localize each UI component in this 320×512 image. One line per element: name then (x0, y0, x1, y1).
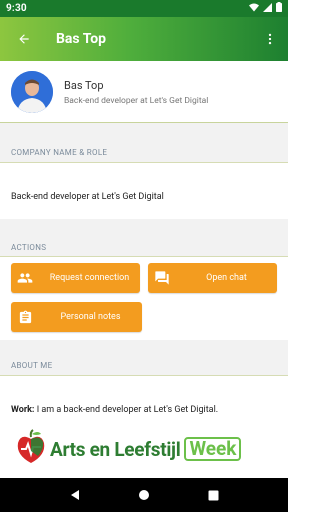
chat-icon (148, 270, 176, 286)
about-work-label: Work: (11, 405, 35, 415)
battery-icon (276, 2, 282, 15)
back-button[interactable] (0, 17, 48, 61)
apple-heart-logo-icon (16, 429, 46, 469)
personal-notes-label: Personal notes (60, 311, 121, 322)
about-work-text: Work: I am a back-end developer at Let's… (11, 405, 218, 415)
profile-name: Bas Top (64, 78, 104, 92)
signal-icon (263, 2, 272, 15)
more-vert-icon (268, 33, 272, 45)
profile-header: Bas Top Back-end developer at Let's Get … (0, 61, 288, 123)
recents-nav-icon[interactable] (208, 486, 219, 505)
page-title: Bas Top (56, 31, 107, 47)
section-gap (0, 219, 288, 238)
section-gap (0, 123, 288, 143)
status-bar: 9:30 (0, 0, 288, 17)
people-icon (11, 270, 39, 286)
status-icons (249, 2, 282, 15)
back-nav-icon[interactable] (69, 486, 81, 505)
actions-section-header: ACTIONS (0, 238, 288, 256)
arrow-back-icon (19, 34, 29, 44)
notes-icon (11, 310, 39, 325)
about-section-header: ABOUT ME (0, 356, 288, 375)
status-time: 9:30 (6, 3, 27, 14)
open-chat-button[interactable]: Open chat (148, 263, 277, 293)
system-nav-bar (0, 478, 288, 512)
app-bar: Bas Top (0, 17, 288, 61)
profile-role: Back-end developer at Let's Get Digital (64, 95, 209, 106)
personal-notes-button[interactable]: Personal notes (11, 302, 142, 332)
avatar (11, 71, 53, 113)
request-connection-label: Request connection (49, 272, 130, 283)
banner-week: Week (184, 437, 242, 461)
overflow-menu-button[interactable] (252, 17, 288, 61)
home-nav-icon[interactable] (138, 486, 150, 505)
banner-text: Arts en Leefstijl (50, 437, 181, 461)
sponsor-banner[interactable]: Arts en Leefstijl Week (0, 420, 288, 478)
company-block (0, 163, 288, 219)
company-section-header: COMPANY NAME & ROLE (0, 143, 288, 162)
section-gap (0, 340, 288, 356)
request-connection-button[interactable]: Request connection (11, 263, 140, 293)
about-work-value: I am a back-end developer at Let's Get D… (34, 405, 219, 415)
company-role-text: Back-end developer at Let's Get Digital (11, 192, 164, 202)
open-chat-label: Open chat (206, 272, 247, 283)
wifi-icon (249, 3, 259, 15)
